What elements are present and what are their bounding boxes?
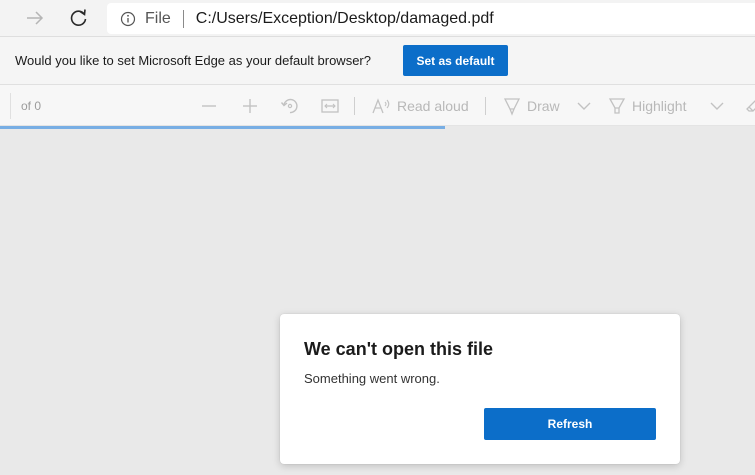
highlight-button[interactable]: Highlight [608, 95, 686, 117]
browser-window: File C:/Users/Exception/Desktop/damaged.… [0, 0, 755, 475]
highlight-label: Highlight [632, 98, 687, 114]
draw-button[interactable]: Draw [503, 95, 560, 117]
zoom-out-icon [202, 105, 216, 107]
toolbar-divider [485, 97, 486, 115]
fit-page-button[interactable] [319, 95, 341, 117]
rotate-button[interactable] [279, 95, 301, 117]
pdf-toolbar: of 0 Read aloud Draw Highlight [0, 85, 755, 126]
address-field[interactable]: File C:/Users/Exception/Desktop/damaged.… [107, 3, 755, 34]
infobar-message: Would you like to set Microsoft Edge as … [15, 53, 371, 68]
fit-page-icon [321, 99, 339, 113]
chevron-down-icon [577, 102, 591, 110]
address-bar-row: File C:/Users/Exception/Desktop/damaged.… [0, 0, 755, 37]
rotate-icon [280, 98, 298, 114]
zoom-in-icon [243, 99, 257, 113]
highlighter-icon [608, 98, 626, 114]
refresh-button[interactable]: Refresh [484, 408, 656, 440]
loading-progress-bar [0, 126, 446, 129]
url-text[interactable]: C:/Users/Exception/Desktop/damaged.pdf [196, 10, 494, 28]
page-number-input[interactable] [0, 93, 11, 119]
toolbar-divider [354, 97, 355, 115]
page-total: of 0 [21, 99, 42, 113]
set-as-default-button[interactable]: Set as default [403, 45, 508, 76]
read-aloud-label: Read aloud [397, 98, 469, 114]
refresh-button[interactable] [64, 4, 94, 32]
read-aloud-button[interactable]: Read aloud [371, 95, 469, 117]
default-browser-infobar: Would you like to set Microsoft Edge as … [0, 37, 755, 85]
highlight-options-button[interactable] [706, 95, 728, 117]
forward-button[interactable] [20, 4, 50, 32]
zoom-out-button[interactable] [198, 95, 220, 117]
info-icon[interactable] [119, 10, 137, 28]
forward-arrow-icon [27, 11, 44, 25]
address-separator [182, 9, 184, 28]
draw-pen-icon [503, 98, 521, 116]
chevron-down-icon [710, 102, 724, 110]
read-aloud-icon [372, 98, 390, 114]
eraser-icon [746, 100, 755, 112]
error-dialog: We can't open this file Something went w… [280, 314, 680, 464]
scheme-label: File [145, 9, 171, 27]
draw-options-button[interactable] [573, 95, 595, 117]
refresh-icon [70, 9, 87, 26]
erase-button[interactable] [741, 95, 755, 117]
zoom-in-button[interactable] [239, 95, 261, 117]
dialog-message: Something went wrong. [304, 371, 440, 386]
draw-label: Draw [527, 98, 560, 114]
dialog-title: We can't open this file [304, 339, 493, 359]
